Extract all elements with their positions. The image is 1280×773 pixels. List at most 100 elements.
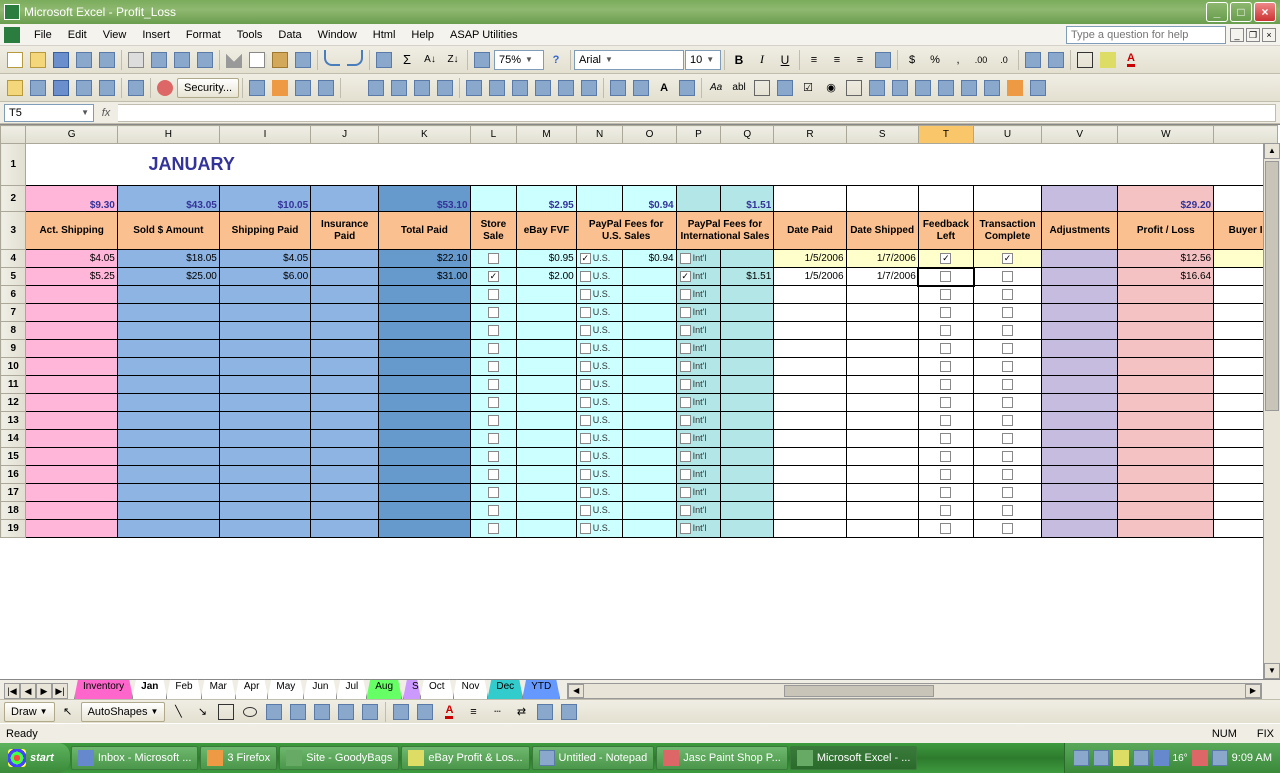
column-header[interactable]: J [311,126,379,144]
checkbox[interactable] [1002,433,1013,444]
cell[interactable] [974,322,1042,340]
cell[interactable] [774,358,846,376]
checkbox[interactable] [680,415,691,426]
checkbox[interactable] [488,487,499,498]
cell[interactable] [379,448,470,466]
checkbox[interactable] [1002,307,1013,318]
checkbox[interactable] [580,307,591,318]
autosum-button[interactable]: Σ [396,49,418,71]
column-label[interactable]: Feedback Left [918,212,973,250]
cell[interactable] [918,430,973,448]
column-label[interactable]: PayPal Fees for International Sales [676,212,774,250]
cell[interactable] [974,394,1042,412]
sort-desc-button[interactable]: Z↓ [442,49,464,71]
cell[interactable] [846,340,918,358]
security-button[interactable]: Security... [177,78,239,98]
font-color-button[interactable]: A [1120,49,1142,71]
tb2-icon[interactable] [866,77,888,99]
oval-button[interactable] [239,701,261,723]
cell[interactable] [26,412,117,430]
save-button[interactable] [50,49,72,71]
cell[interactable]: Int'l [676,376,721,394]
checkbox[interactable] [680,505,691,516]
checkbox[interactable] [940,253,951,264]
cell[interactable] [470,394,517,412]
cell[interactable]: $31.00 [379,268,470,286]
cell[interactable] [974,430,1042,448]
column-label[interactable]: Profit / Loss [1118,212,1214,250]
checkbox[interactable] [488,271,499,282]
cell[interactable]: $18.05 [117,250,219,268]
menu-tools[interactable]: Tools [229,27,271,43]
tab-last-button[interactable]: ▶| [52,683,68,699]
cell[interactable] [918,412,973,430]
cell[interactable] [470,358,517,376]
cell[interactable] [517,412,576,430]
maximize-button[interactable]: □ [1230,2,1252,22]
cell[interactable] [379,394,470,412]
tb2-icon[interactable] [676,77,698,99]
tb2-icon[interactable] [912,77,934,99]
checkbox[interactable] [680,361,691,372]
cell[interactable] [846,520,918,538]
cell[interactable]: $9.30 [26,186,117,212]
cell[interactable]: U.S. [576,322,623,340]
hscroll-thumb[interactable] [784,685,934,697]
vertical-scrollbar[interactable]: ▲ ▼ [1263,143,1280,679]
column-header[interactable]: H [117,126,219,144]
cell[interactable] [918,304,973,322]
tb2-icon[interactable]: abl [728,77,750,99]
new-button[interactable] [4,49,26,71]
cell[interactable] [974,286,1042,304]
cell[interactable] [918,186,973,212]
sheet-tab[interactable]: Mar [201,679,236,699]
picture-button[interactable] [359,701,381,723]
cell[interactable] [26,340,117,358]
checkbox[interactable] [488,469,499,480]
cell[interactable] [379,340,470,358]
column-header[interactable]: S [846,126,918,144]
cell[interactable] [1118,484,1214,502]
taskbar-button[interactable]: Untitled - Notepad [532,746,655,770]
cell[interactable] [1042,412,1118,430]
cell[interactable] [470,430,517,448]
tb2-icon[interactable]: A [653,77,675,99]
cell[interactable]: Int'l [676,340,721,358]
cell[interactable]: U.S. [576,484,623,502]
cell[interactable] [846,304,918,322]
cell[interactable]: Int'l [676,502,721,520]
tray-icon[interactable] [1153,750,1169,766]
cell[interactable]: Int'l [676,268,721,286]
sheet-tab[interactable]: Sep [403,679,421,699]
checkbox[interactable] [1002,343,1013,354]
italic-button[interactable]: I [751,49,773,71]
column-label[interactable]: Date Paid [774,212,846,250]
column-header[interactable]: K [379,126,470,144]
diagram-button[interactable] [311,701,333,723]
cell[interactable] [379,286,470,304]
cell[interactable] [846,466,918,484]
cell[interactable] [623,412,676,430]
checkbox[interactable] [488,325,499,336]
cell[interactable]: U.S. [576,250,623,268]
cell[interactable]: $0.94 [623,186,676,212]
column-label[interactable]: Sold $ Amount [117,212,219,250]
tray-icon[interactable] [1192,750,1208,766]
menu-insert[interactable]: Insert [134,27,178,43]
paste-button[interactable] [269,49,291,71]
cell[interactable] [974,520,1042,538]
wordart-button[interactable] [287,701,309,723]
system-icon[interactable] [4,27,20,43]
cell[interactable] [219,466,310,484]
cell[interactable] [1118,286,1214,304]
cell[interactable] [26,502,117,520]
tb2-icon[interactable] [607,77,629,99]
sort-asc-button[interactable]: A↓ [419,49,441,71]
cell[interactable]: $4.05 [26,250,117,268]
cell[interactable] [117,286,219,304]
cell[interactable] [774,186,846,212]
checkbox[interactable] [580,325,591,336]
cell[interactable] [26,376,117,394]
menu-view[interactable]: View [95,27,135,43]
checkbox[interactable] [940,379,951,390]
